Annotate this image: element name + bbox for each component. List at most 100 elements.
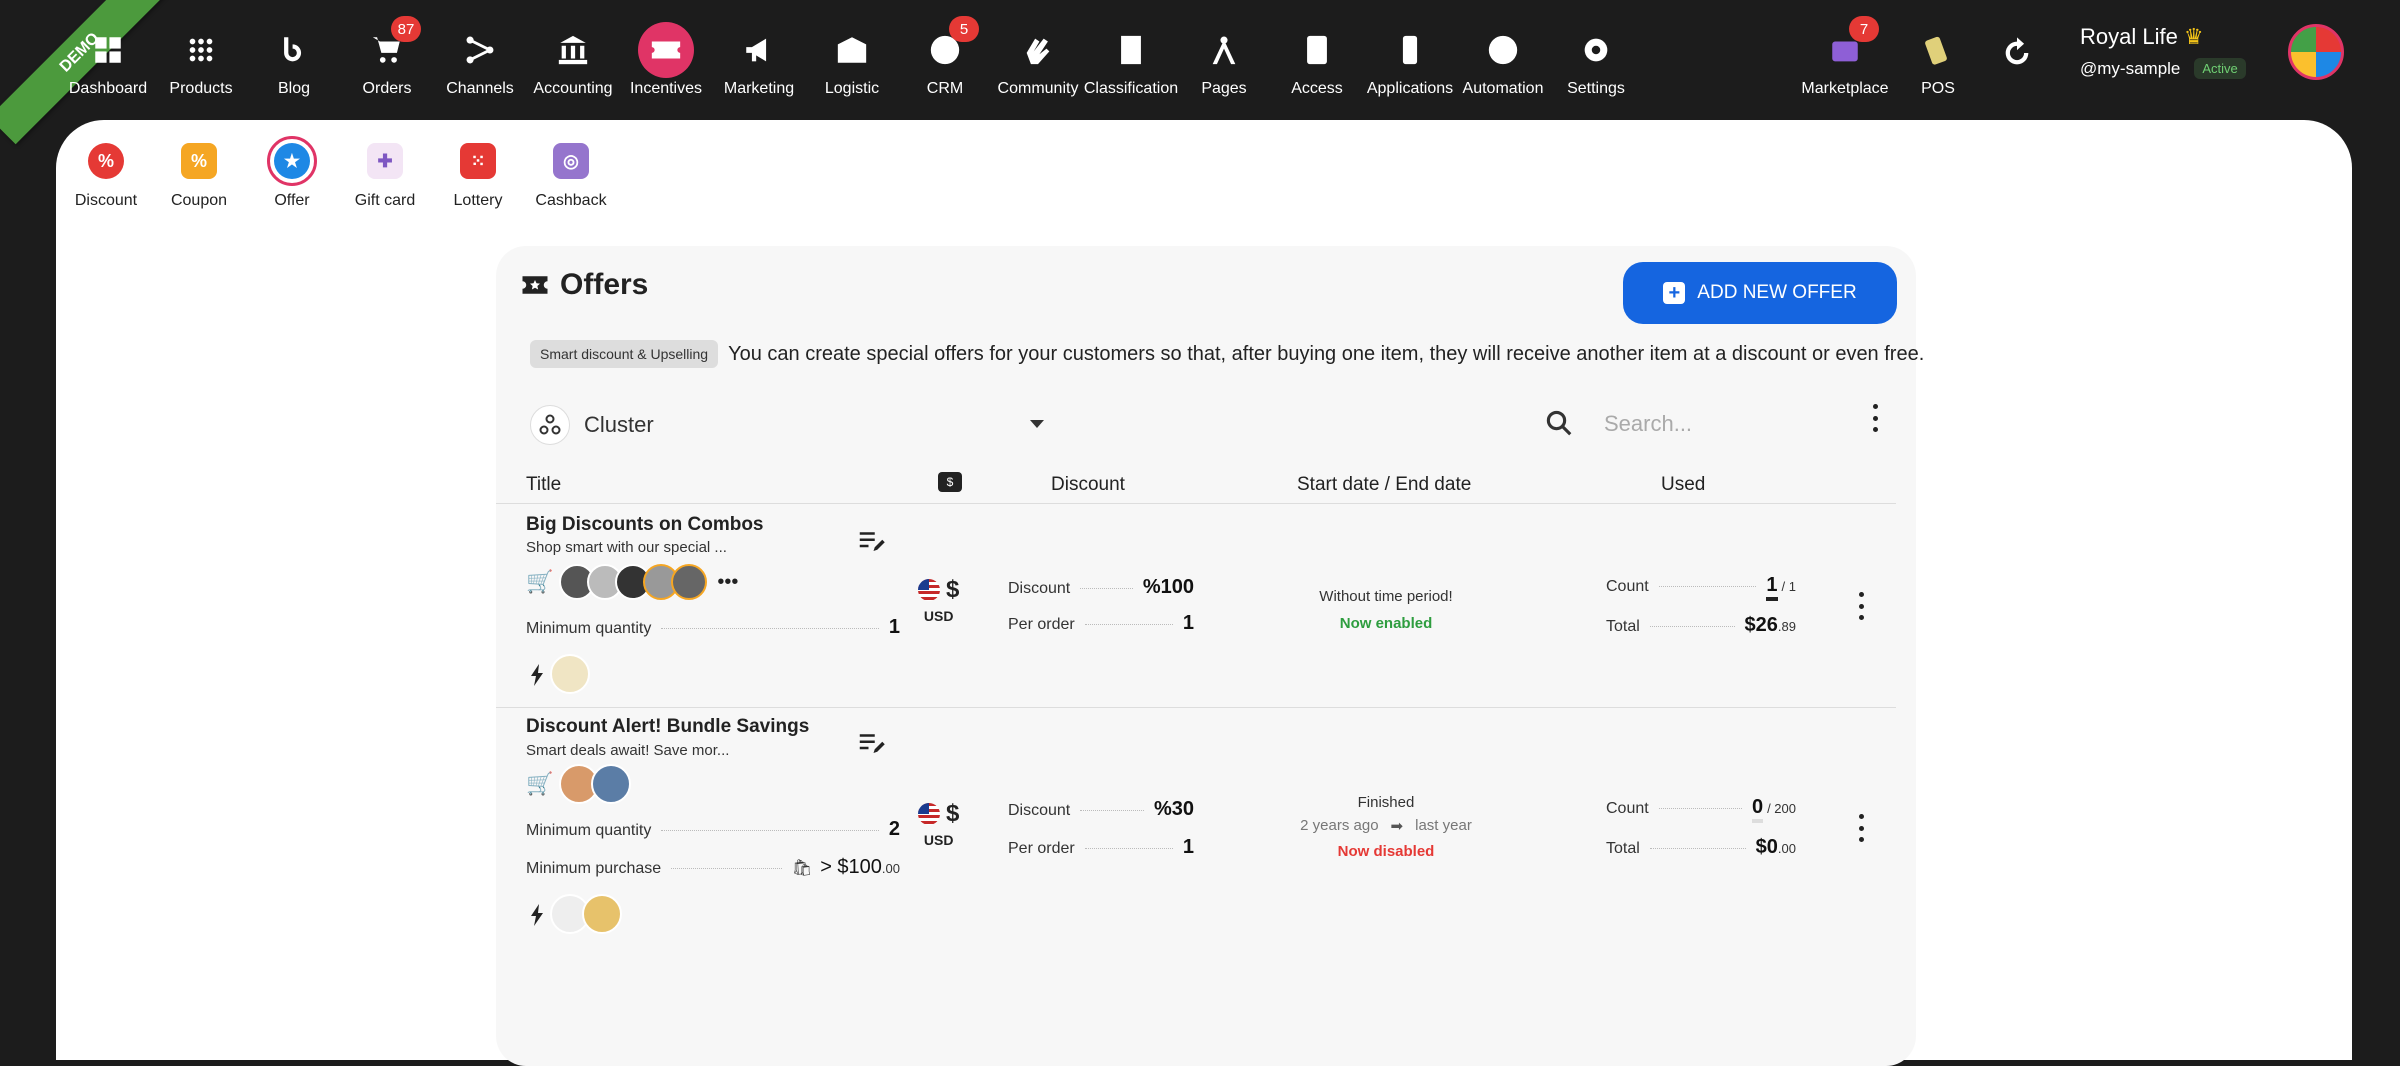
product-thumbnails[interactable]: 🛒: [526, 764, 632, 804]
feature-chip: Smart discount & Upselling: [530, 340, 719, 368]
cluster-select[interactable]: Cluster: [530, 400, 1050, 450]
product-thumbnails[interactable]: 🛒 •••: [526, 564, 738, 600]
total-label: Total: [1606, 618, 1640, 635]
orders-badge: 87: [391, 16, 421, 42]
offers-card: Offers + ADD NEW OFFER Smart discount & U…: [496, 246, 1924, 1066]
subnav-discount[interactable]: % Discount: [56, 136, 156, 210]
discount-icon: %: [88, 143, 124, 179]
reward-thumbnails[interactable]: [550, 654, 590, 694]
community-icon: [1010, 22, 1066, 78]
intro-text: Smart discount & Upselling You can creat…: [530, 340, 1924, 368]
count-label: Count: [1606, 800, 1649, 817]
total-main: $26: [1744, 614, 1778, 636]
subnav-lottery[interactable]: ⁙ Lottery: [428, 136, 528, 210]
page-title-text: Offers: [560, 268, 649, 301]
subnav-label: Offer: [274, 192, 310, 209]
period-start: 2 years ago: [1300, 817, 1379, 834]
add-new-offer-button[interactable]: + ADD NEW OFFER: [1623, 262, 1897, 324]
currency-symbol: $: [946, 576, 960, 603]
subnav-label: Discount: [74, 192, 138, 209]
subnav-offer[interactable]: ★ Offer: [242, 136, 342, 210]
coupon-icon: %: [181, 143, 217, 179]
nav-label: Applications: [1366, 80, 1454, 97]
subnav-gift-card[interactable]: ✚ Gift card: [335, 136, 435, 210]
nav-settings[interactable]: Settings: [1541, 22, 1651, 98]
count-total: / 200: [1767, 801, 1796, 816]
nav-label: Channels: [446, 80, 514, 97]
offer-title: Discount Alert! Bundle Savings: [526, 716, 810, 737]
user-info[interactable]: Royal Life ♛ @my-sample Active: [2080, 24, 2246, 79]
search-input[interactable]: [1604, 402, 1824, 446]
bolt-icon: [530, 904, 544, 926]
marketplace-icon: 7: [1817, 16, 1879, 78]
subnav-label: Coupon: [170, 192, 228, 209]
gear-icon: [1568, 22, 1624, 78]
page-title: Offers: [520, 268, 648, 302]
min-qty-value: 2: [888, 818, 900, 840]
edit-icon[interactable]: [856, 728, 886, 758]
nav-label: Orders: [362, 80, 412, 97]
refresh-icon[interactable]: [2000, 36, 2034, 70]
reward-thumb: [582, 894, 622, 934]
arrow-right-icon: ➡: [1390, 818, 1404, 835]
nav-label: Incentives: [629, 80, 703, 97]
intro-description: You can create special offers for your c…: [728, 342, 1925, 365]
min-purchase-label: Minimum purchase: [526, 860, 662, 877]
row-options-icon[interactable]: [1856, 814, 1866, 842]
nav-pos[interactable]: POS: [1883, 22, 1993, 98]
subnav-label: Gift card: [354, 192, 416, 209]
us-flag-icon: [918, 579, 940, 601]
status-badge: Active: [2194, 58, 2246, 79]
subnav-cashback[interactable]: ◎ Cashback: [521, 136, 621, 210]
period-text: Without time period!: [1319, 588, 1453, 605]
min-qty-value: 1: [888, 616, 900, 638]
nav-label: Access: [1291, 80, 1343, 97]
total-main: $0: [1755, 836, 1778, 858]
nav-label: Products: [169, 80, 233, 97]
count-value: 1: [1766, 574, 1778, 601]
table-row[interactable]: Discount Alert! Bundle Savings Smart dea…: [496, 708, 1896, 958]
gift-card-icon: ✚: [367, 143, 403, 179]
product-thumb: [671, 564, 708, 600]
count-total: / 1: [1781, 579, 1796, 594]
book-icon: [1103, 22, 1159, 78]
currency-code: USD: [923, 832, 954, 848]
cart-add-icon: 🛒: [526, 771, 554, 796]
row-options-icon[interactable]: [1856, 592, 1866, 620]
subnav-coupon[interactable]: % Coupon: [149, 136, 249, 210]
marketplace-badge: 7: [1849, 16, 1879, 42]
edit-icon[interactable]: [856, 526, 886, 556]
used-total: Total $26.89: [1606, 614, 1796, 637]
table-row[interactable]: Big Discounts on Combos Shop smart with …: [496, 504, 1896, 708]
per-order-value: 1: [1182, 612, 1194, 634]
offer-period: Without time period! Now enabled: [1276, 588, 1496, 632]
channels-icon: [452, 22, 508, 78]
dice-icon: ⁙: [460, 143, 496, 179]
phone-icon: [1382, 22, 1438, 78]
cluster-label: Cluster: [584, 412, 654, 437]
nav-label: Automation: [1462, 80, 1544, 97]
col-discount: Discount: [1051, 474, 1125, 495]
currency-code: USD: [923, 608, 954, 624]
search-icon[interactable]: [1544, 408, 1574, 438]
period-end: last year: [1415, 817, 1472, 834]
reward-thumb: [550, 654, 590, 694]
pos-terminal-icon: [1910, 22, 1966, 78]
crm-icon: 5: [917, 16, 979, 78]
used-count: Count 1/ 1: [1606, 574, 1796, 601]
used-count: Count 0/ 200: [1606, 796, 1796, 823]
min-purchase-cents: .00: [881, 861, 900, 876]
total-cents: .00: [1777, 841, 1796, 856]
offer-title: Big Discounts on Combos: [526, 514, 764, 535]
cart-icon: 87: [359, 16, 421, 78]
reward-thumbnails[interactable]: [550, 894, 622, 934]
accounting-icon: [545, 22, 601, 78]
avatar[interactable]: [2288, 24, 2344, 80]
discount-label: Discount: [1008, 802, 1071, 819]
nav-label: Settings: [1567, 80, 1625, 97]
currency-symbol: $: [946, 800, 960, 827]
min-qty: Minimum quantity 2: [526, 818, 900, 841]
blog-icon: [266, 22, 322, 78]
discount-amount: %30: [1153, 798, 1194, 820]
list-options-icon[interactable]: [1870, 404, 1880, 432]
